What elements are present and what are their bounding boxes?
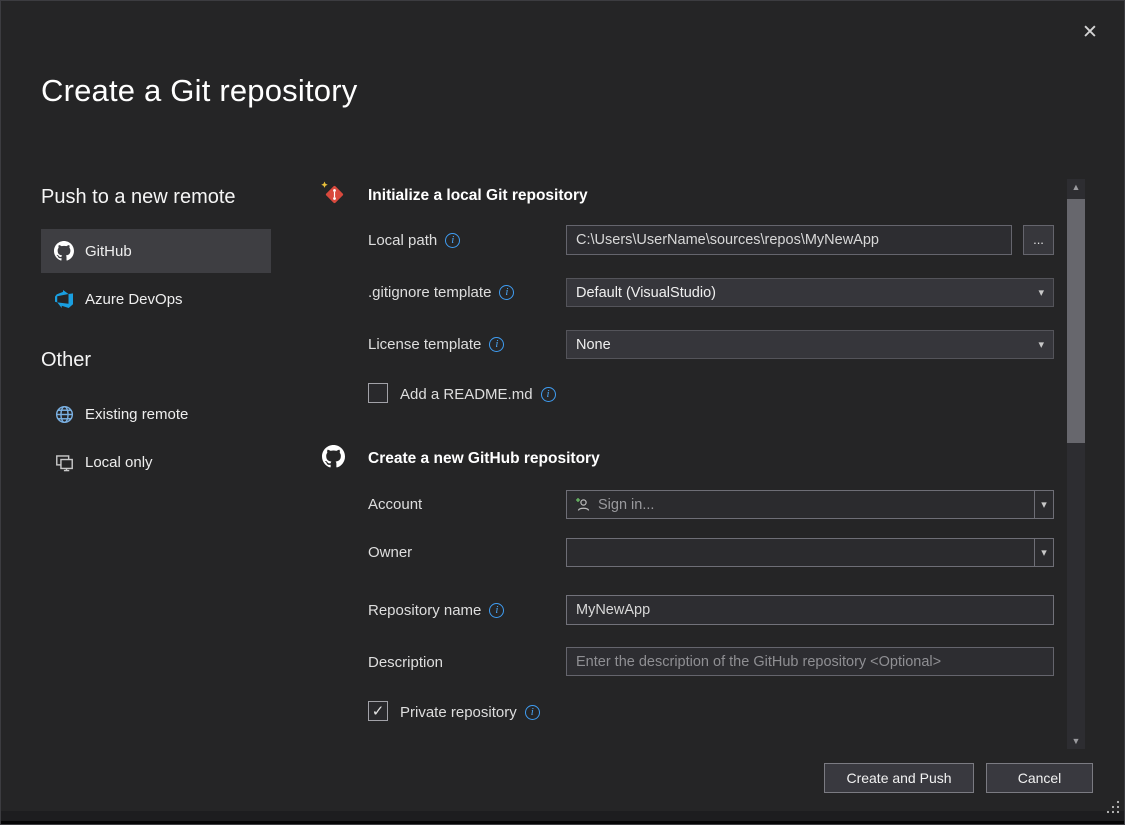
account-placeholder: Sign in...	[598, 497, 654, 513]
account-label: Account	[368, 494, 422, 514]
browse-button[interactable]: ...	[1023, 225, 1054, 255]
local-path-label-text: Local path	[368, 232, 437, 249]
readme-label-text: Add a README.md	[400, 386, 533, 403]
sidebar-item-github[interactable]: GitHub	[41, 229, 271, 273]
monitor-icon	[54, 452, 74, 472]
create-and-push-button[interactable]: Create and Push	[824, 763, 974, 793]
chevron-down-icon: ▾	[1038, 338, 1044, 351]
description-label-text: Description	[368, 654, 443, 671]
scroll-up-icon[interactable]: ▲	[1067, 179, 1085, 195]
sidebar-heading-other: Other	[41, 349, 91, 372]
gitignore-label-text: .gitignore template	[368, 284, 491, 301]
owner-dropdown-button[interactable]: ▾	[1034, 539, 1053, 566]
license-template-value: None	[576, 337, 611, 353]
license-label-text: License template	[368, 336, 481, 353]
info-icon[interactable]: i	[489, 603, 504, 618]
repository-name-label: Repository name i	[368, 600, 504, 620]
local-section-heading: Initialize a local Git repository	[368, 187, 588, 205]
vertical-scrollbar[interactable]: ▲ ▼	[1067, 179, 1085, 749]
sidebar-item-label: Azure DevOps	[85, 291, 183, 308]
account-dropdown-button[interactable]: ▾	[1034, 491, 1053, 518]
info-icon[interactable]: i	[489, 337, 504, 352]
owner-dropdown[interactable]: ▾	[566, 538, 1054, 567]
resize-grip-icon[interactable]	[1105, 799, 1120, 819]
github-section-heading: Create a new GitHub repository	[368, 450, 600, 468]
sidebar-heading-push-remote: Push to a new remote	[41, 186, 236, 209]
gitignore-label: .gitignore template i	[368, 282, 514, 302]
owner-label-text: Owner	[368, 544, 412, 561]
sidebar-item-azure-devops[interactable]: Azure DevOps	[41, 277, 271, 321]
repository-name-label-text: Repository name	[368, 602, 481, 619]
private-repository-checkbox[interactable]: ✓	[368, 701, 388, 721]
chevron-down-icon: ▾	[1041, 498, 1047, 511]
sidebar-item-label: Existing remote	[85, 406, 188, 423]
info-icon[interactable]: i	[445, 233, 460, 248]
create-git-repository-dialog: ✕ Create a Git repository Push to a new …	[0, 0, 1125, 825]
dialog-title: Create a Git repository	[41, 73, 357, 109]
sidebar-item-local-only[interactable]: Local only	[41, 441, 271, 483]
git-repository-icon	[321, 181, 345, 205]
chevron-down-icon: ▾	[1038, 286, 1044, 299]
scrollbar-thumb[interactable]	[1067, 199, 1085, 443]
info-icon[interactable]: i	[499, 285, 514, 300]
local-path-label: Local path i	[368, 230, 460, 250]
description-input[interactable]	[566, 647, 1054, 676]
bottom-edge	[1, 821, 1124, 824]
sidebar-item-label: GitHub	[85, 243, 132, 260]
info-icon[interactable]: i	[525, 705, 540, 720]
readme-checkbox[interactable]	[368, 383, 388, 403]
account-label-text: Account	[368, 496, 422, 513]
sign-in-person-icon	[575, 497, 591, 513]
bottom-band	[1, 811, 1124, 821]
info-icon[interactable]: i	[541, 387, 556, 402]
sidebar-item-existing-remote[interactable]: Existing remote	[41, 393, 271, 435]
chevron-down-icon: ▾	[1041, 546, 1047, 559]
github-icon	[54, 241, 74, 261]
license-label: License template i	[368, 334, 504, 354]
description-label: Description	[368, 652, 443, 672]
github-icon	[322, 445, 345, 468]
private-repository-label: Private repository i	[400, 702, 540, 722]
owner-label: Owner	[368, 542, 412, 562]
license-template-dropdown[interactable]: None ▾	[566, 330, 1054, 359]
repository-name-input[interactable]	[566, 595, 1054, 625]
check-icon: ✓	[372, 702, 385, 720]
local-path-input[interactable]	[566, 225, 1012, 255]
close-icon[interactable]: ✕	[1077, 19, 1103, 45]
azure-devops-icon	[54, 289, 74, 309]
sidebar-item-label: Local only	[85, 454, 153, 471]
cancel-button[interactable]: Cancel	[986, 763, 1093, 793]
gitignore-template-dropdown[interactable]: Default (VisualStudio) ▾	[566, 278, 1054, 307]
private-repository-label-text: Private repository	[400, 704, 517, 721]
readme-label: Add a README.md i	[400, 384, 556, 404]
gitignore-template-value: Default (VisualStudio)	[576, 285, 716, 301]
owner-value	[567, 539, 1034, 566]
scroll-down-icon[interactable]: ▼	[1067, 733, 1085, 749]
account-dropdown[interactable]: Sign in... ▾	[566, 490, 1054, 519]
globe-icon	[54, 404, 74, 424]
